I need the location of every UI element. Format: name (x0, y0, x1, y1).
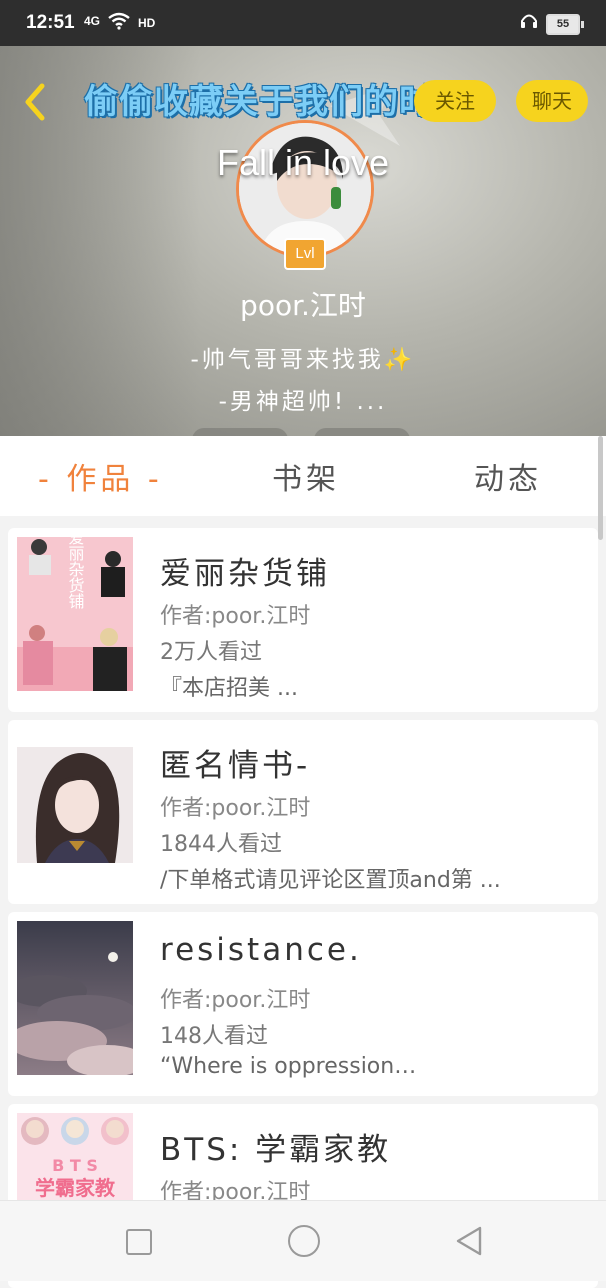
book-cover: 爱丽杂货铺 (17, 537, 133, 691)
stat-tab-right (314, 428, 410, 436)
follow-button[interactable]: 关注 (414, 80, 496, 122)
work-card-2[interactable]: 匿名情书- 作者:poor.江时 1844人看过 /下单格式请见评论区置顶and… (8, 720, 598, 904)
work-title: BTS: 学霸家教 (160, 1132, 392, 1168)
hd-icon: HD (138, 16, 156, 30)
work-author: 作者:poor.江时 (160, 604, 311, 629)
battery-icon: 55 (546, 14, 584, 35)
work-card-1[interactable]: 爱丽杂货铺 爱丽杂货铺 作者:poor.江时 2万人看过 『本店招美 ... (8, 528, 598, 712)
bio-line-2: -男神超帅! ... (218, 389, 388, 415)
cover-title: 爱丽杂货铺 (66, 537, 85, 609)
chat-button[interactable]: 聊天 (516, 80, 588, 122)
username: poor.江时 (240, 289, 366, 322)
wifi-icon (108, 12, 130, 34)
cover-line-1: B T S (52, 1156, 98, 1175)
back-nav-button[interactable] (454, 1225, 484, 1257)
work-description: “Where is oppression… (160, 1054, 417, 1079)
tab-works[interactable]: - 作品 - (38, 454, 163, 498)
tab-bookshelf[interactable]: 书架 (272, 454, 340, 498)
recent-apps-button[interactable] (126, 1229, 152, 1255)
chevron-left-icon (25, 83, 45, 121)
bio-line-1: -帅气哥哥来找我✨ (0, 340, 606, 374)
headset-icon (520, 12, 538, 34)
work-author: 作者:poor.江时 (160, 988, 311, 1013)
back-button[interactable] (18, 80, 52, 124)
work-title: 匿名情书- (160, 748, 311, 784)
home-button[interactable] (288, 1225, 320, 1257)
work-views: 2万人看过 (160, 640, 262, 665)
work-title: resistance. (160, 932, 362, 968)
work-views: 1844人看过 (160, 832, 282, 857)
tab-activity[interactable]: 动态 (474, 454, 542, 498)
profile-header: Fall in love Lvl 偷偷收藏关于我们的时间 关注 聊天 poor.… (0, 46, 606, 436)
work-title: 爱丽杂货铺 (160, 556, 330, 592)
stat-tab-left (192, 428, 288, 436)
cover-line-2: 学霸家教 (35, 1176, 116, 1200)
work-card-3[interactable]: resistance. 作者:poor.江时 148人看过 “Where is … (8, 912, 598, 1096)
scrollbar[interactable] (598, 436, 603, 540)
book-cover (17, 921, 133, 1075)
bio-line-1-text: -帅气哥哥来找我 (190, 347, 384, 373)
work-description: /下单格式请见评论区置顶and第 ... (160, 868, 501, 893)
overlay-text: Fall in love (216, 142, 390, 183)
signal-icon: 4G (84, 14, 101, 28)
triangle-back-icon (456, 1226, 482, 1256)
work-author: 作者:poor.江时 (160, 796, 311, 821)
book-cover (17, 747, 133, 863)
status-bar: 12:51 4G HD 55 (0, 0, 606, 46)
work-description: 『本店招美 ... (160, 676, 298, 701)
system-nav-bar (0, 1200, 606, 1281)
banner-title: 偷偷收藏关于我们的时间 (84, 82, 469, 122)
profile-tabs: - 作品 - 书架 动态 (0, 436, 606, 516)
work-views: 148人看过 (160, 1024, 268, 1049)
level-badge: Lvl (284, 238, 326, 270)
sparkles-icon: ✨ (383, 347, 416, 373)
status-time: 12:51 (26, 12, 75, 33)
